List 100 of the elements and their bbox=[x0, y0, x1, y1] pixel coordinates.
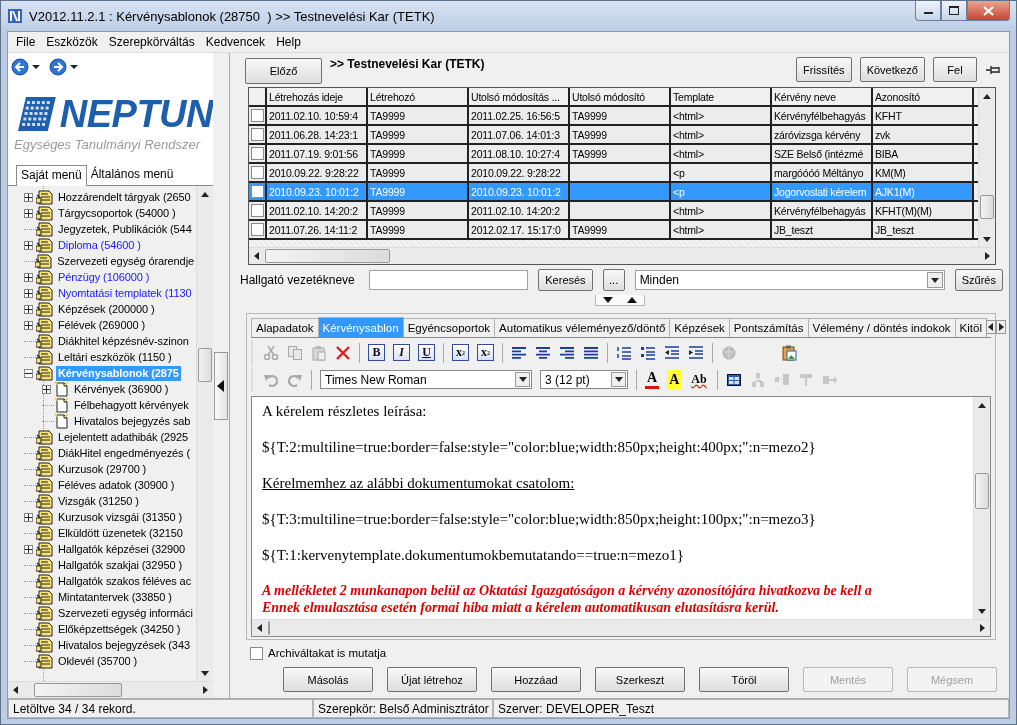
expand-toggle[interactable] bbox=[24, 304, 33, 314]
tab[interactable]: Saját menü bbox=[16, 165, 87, 186]
menu-item[interactable]: Szerepkörváltás bbox=[103, 35, 201, 49]
tree-item[interactable]: Elküldött üzenetek (32150 bbox=[56, 525, 185, 541]
input-field[interactable] bbox=[369, 270, 529, 290]
back-icon[interactable] bbox=[11, 58, 29, 76]
close-button[interactable] bbox=[967, 1, 1010, 21]
tree-item[interactable]: Hallgatók szakos féléves ac bbox=[56, 573, 194, 589]
row-checkbox[interactable] bbox=[250, 204, 264, 217]
outdent-icon[interactable] bbox=[664, 344, 680, 361]
tree-item[interactable]: Előképzettségek (34250 ) bbox=[56, 621, 183, 637]
expand-toggle[interactable] bbox=[24, 272, 33, 282]
column-header[interactable]: Kérvény neve bbox=[772, 88, 873, 105]
row-checkbox[interactable] bbox=[250, 166, 264, 179]
table-row[interactable]: 2011.07.26. 14:11:2 TA9999 2012.02.17. 15:17:0 TA9999 <html> JB_teszt JB_teszt bbox=[249, 221, 978, 240]
checkbox[interactable] bbox=[250, 646, 263, 660]
align-center-icon[interactable] bbox=[535, 344, 551, 361]
toolbar-button[interactable]: Frissítés bbox=[796, 57, 852, 82]
search-button[interactable]: Keresés bbox=[538, 269, 593, 291]
previous-button[interactable]: Előző bbox=[245, 58, 322, 84]
action-button[interactable]: Hozzáad bbox=[491, 667, 581, 692]
column-header[interactable]: Template bbox=[671, 88, 772, 105]
collapse-toggle[interactable] bbox=[24, 368, 33, 378]
column-header[interactable]: Utolsó módosító bbox=[570, 88, 671, 105]
tree-item[interactable]: Féléves adatok (30900 ) bbox=[56, 477, 177, 493]
tab[interactable]: Alapadatok bbox=[251, 318, 319, 337]
expand-toggle[interactable] bbox=[24, 192, 33, 202]
dropdown-caret-icon[interactable] bbox=[70, 64, 78, 70]
collapse-button[interactable] bbox=[214, 351, 228, 420]
forward-icon[interactable] bbox=[49, 58, 67, 76]
tree-item[interactable]: Kurzusok (29700 ) bbox=[56, 461, 149, 477]
column-header[interactable]: Utolsó módosítás ... bbox=[469, 88, 570, 105]
rich-text-editor[interactable] bbox=[251, 396, 991, 637]
tree-item[interactable]: Szervezeti egység órarendje bbox=[55, 253, 196, 269]
tree-item[interactable]: Oklevél (35700 ) bbox=[56, 653, 140, 669]
tree-item[interactable]: Képzések (200000 ) bbox=[56, 301, 157, 317]
menu-item[interactable]: Kedvencek bbox=[200, 35, 272, 49]
tree-item[interactable]: Leltári eszközök (1150 ) bbox=[56, 349, 174, 365]
justify-icon[interactable] bbox=[583, 344, 599, 361]
tree-item[interactable]: Félévek (269000 ) bbox=[56, 317, 147, 333]
tree-item[interactable]: Hivatalos bejegyzés sab bbox=[72, 413, 193, 429]
align-left-icon[interactable] bbox=[511, 344, 527, 361]
tree-item[interactable]: Félbehagyott kérvények bbox=[72, 397, 191, 413]
row-checkbox[interactable] bbox=[250, 223, 264, 236]
bullet-list-icon[interactable] bbox=[640, 344, 656, 361]
spellcheck-button[interactable]: Ab bbox=[689, 370, 709, 389]
numbered-list-icon[interactable] bbox=[616, 344, 632, 361]
splitter-handle[interactable] bbox=[594, 295, 645, 306]
expand-toggle[interactable] bbox=[24, 544, 33, 554]
clipboard-picture-icon[interactable] bbox=[781, 344, 797, 361]
toolbar-button[interactable]: Fel bbox=[933, 57, 977, 82]
scrollbar-thumb[interactable] bbox=[34, 683, 122, 697]
dropdown-caret-icon[interactable] bbox=[32, 64, 40, 70]
action-button[interactable]: Szerkeszt bbox=[595, 667, 685, 692]
column-header[interactable]: Létrehozó bbox=[368, 88, 469, 105]
expand-toggle[interactable] bbox=[42, 384, 51, 394]
tab[interactable]: Kitöl bbox=[954, 318, 987, 337]
scrollbar-thumb[interactable] bbox=[198, 348, 212, 382]
tab[interactable]: Automatikus véleményező/döntő bbox=[494, 318, 671, 337]
font-dropdown[interactable]: Times New Roman bbox=[320, 370, 532, 389]
action-button[interactable]: Töröl bbox=[699, 667, 789, 692]
bold-button[interactable]: B bbox=[368, 344, 385, 361]
column-header[interactable]: Azonosító bbox=[873, 88, 974, 105]
tab[interactable]: Képzések bbox=[669, 318, 730, 337]
expand-toggle[interactable] bbox=[24, 208, 33, 218]
tab[interactable]: Általános menü bbox=[86, 165, 178, 185]
tree-item[interactable]: Lejelentett adathibák (2925 bbox=[56, 429, 190, 445]
menu-item[interactable]: File bbox=[11, 35, 42, 49]
highlight-button[interactable]: A bbox=[667, 370, 682, 389]
scrollbar-thumb[interactable] bbox=[268, 621, 270, 635]
table-icon[interactable] bbox=[725, 371, 742, 388]
tab[interactable]: Vélemény / döntés indokok bbox=[807, 318, 956, 337]
row-checkbox[interactable] bbox=[250, 147, 264, 160]
maximize-button[interactable] bbox=[941, 1, 967, 21]
font-color-button[interactable]: A bbox=[645, 370, 660, 389]
tree-item[interactable]: Kurzusok vizsgái (31350 ) bbox=[56, 509, 185, 525]
tree-item[interactable]: Kérvények (36900 ) bbox=[72, 381, 171, 397]
tab-scroll-left-button[interactable] bbox=[985, 320, 996, 334]
underline-button[interactable]: U bbox=[418, 344, 435, 361]
size-dropdown[interactable]: 3 (12 pt) bbox=[540, 370, 628, 389]
cross-icon[interactable] bbox=[335, 344, 351, 361]
tree-item[interactable]: Vizsgák (31250 ) bbox=[56, 493, 141, 509]
tree-item[interactable]: Hallgatók szakjai (32950 ) bbox=[56, 557, 184, 573]
toolbar-button[interactable]: Következő bbox=[859, 57, 925, 82]
scrollbar-thumb[interactable] bbox=[980, 195, 994, 219]
tree-item[interactable]: Hallgatók képzései (32900 bbox=[56, 541, 188, 557]
expand-toggle[interactable] bbox=[24, 512, 33, 522]
expand-toggle[interactable] bbox=[24, 288, 33, 298]
row-checkbox[interactable] bbox=[250, 109, 264, 122]
expand-toggle[interactable] bbox=[24, 240, 33, 250]
align-right-icon[interactable] bbox=[559, 344, 575, 361]
tree-item[interactable]: Tárgycsoportok (54000 ) bbox=[56, 205, 178, 221]
action-button[interactable]: Másolás bbox=[283, 667, 373, 692]
tab-scroll-right-button[interactable] bbox=[995, 320, 1006, 334]
action-button[interactable]: Újat létrehoz bbox=[387, 667, 477, 692]
column-header[interactable]: Létrehozás ideje bbox=[267, 88, 368, 105]
tree-item[interactable]: Hozzárendelt tárgyak (2650 bbox=[56, 189, 193, 205]
tree-item[interactable]: Szervezeti egység informáci bbox=[56, 605, 195, 621]
tree-item[interactable]: DiákHitel engedményezés ( bbox=[56, 445, 192, 461]
italic-button[interactable]: I bbox=[393, 344, 410, 361]
